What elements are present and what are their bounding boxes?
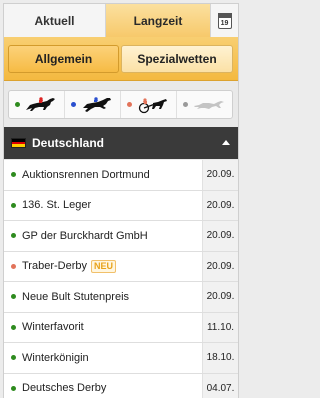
race-name: Neue Bult Stutenpreis <box>22 290 130 303</box>
race-type-dot <box>11 324 16 330</box>
race-date: 18.10. <box>202 343 238 373</box>
calendar-day: 19 <box>220 19 229 27</box>
subtab-allgemein[interactable]: Allgemein <box>8 45 119 73</box>
race-name: GP der Burckhardt GmbH <box>22 229 148 242</box>
top-tabs: Aktuell Langzeit 19 <box>4 4 238 37</box>
subtab-bar: Allgemein Spezialwetten <box>4 37 238 81</box>
race-name-cell: Neue Bult Stutenpreis <box>22 291 202 303</box>
race-row[interactable]: Auktionsrennen Dortmund 20.09. <box>4 160 238 191</box>
race-name: Auktionsrennen Dortmund <box>22 168 150 181</box>
tab-aktuell[interactable]: Aktuell <box>4 4 106 37</box>
race-type-dot <box>11 355 16 361</box>
race-name: Winterfavorit <box>22 321 84 334</box>
race-type-dot <box>11 263 16 269</box>
race-date: 20.09. <box>202 251 238 281</box>
traber-dot <box>126 102 132 107</box>
race-name-cell: Auktionsrennen Dortmund <box>22 169 202 181</box>
race-name-cell: 136. St. Leger <box>22 199 202 211</box>
filter-galopp[interactable] <box>9 91 65 118</box>
filter-traber[interactable] <box>121 91 177 118</box>
race-name: 136. St. Leger <box>22 199 92 212</box>
galopp-dot <box>14 102 20 107</box>
country-header[interactable]: Deutschland <box>4 127 238 159</box>
race-row[interactable]: GP der Burckhardt GmbH 20.09. <box>4 221 238 252</box>
horse-jump-icon <box>82 96 111 112</box>
calendar-button[interactable]: 19 <box>211 4 238 37</box>
trotter-sulky-icon <box>138 97 167 113</box>
race-name-cell: Winterkönigin <box>22 352 202 364</box>
collapse-caret-icon[interactable] <box>222 140 230 145</box>
race-type-dot <box>11 172 16 178</box>
race-name-cell: Winterfavorit <box>22 321 202 333</box>
race-row[interactable]: Winterfavorit 11.10. <box>4 312 238 343</box>
race-name-cell: Traber-Derby NEU <box>22 259 202 273</box>
filter-windhund[interactable] <box>177 91 232 118</box>
race-type-dot <box>11 233 16 239</box>
calendar-icon: 19 <box>217 12 232 29</box>
race-date: 20.09. <box>202 160 238 190</box>
race-date: 20.09. <box>202 282 238 312</box>
subtab-spezialwetten[interactable]: Spezialwetten <box>121 45 233 73</box>
filter-hindernis[interactable] <box>65 91 121 118</box>
race-name: Deutsches Derby <box>22 382 107 395</box>
race-name: Traber-Derby <box>22 260 87 273</box>
windhund-dot <box>182 102 188 107</box>
race-row[interactable]: Traber-Derby NEU 20.09. <box>4 251 238 282</box>
greyhound-icon <box>193 100 224 109</box>
race-type-dot <box>11 294 16 300</box>
race-date: 20.09. <box>202 221 238 251</box>
race-date: 04.07. <box>202 373 238 398</box>
country-name: Deutschland <box>32 136 105 150</box>
race-list: Auktionsrennen Dortmund 20.09. 136. St. Le… <box>4 160 238 398</box>
race-row[interactable]: 136. St. Leger 20.09. <box>4 190 238 221</box>
race-date: 11.10. <box>202 312 238 342</box>
race-row[interactable]: Deutsches Derby 04.07. <box>4 373 238 398</box>
race-name-cell: Deutsches Derby <box>22 382 202 394</box>
tab-langzeit[interactable]: Langzeit <box>106 4 211 37</box>
new-badge: NEU <box>91 259 117 273</box>
race-name-cell: GP der Burckhardt GmbH <box>22 230 202 242</box>
germany-flag-icon <box>11 138 26 148</box>
race-type-filter <box>8 90 233 119</box>
betting-panel: Aktuell Langzeit 19 Allgemein Spezialwet… <box>3 3 239 398</box>
race-type-dot <box>11 202 16 208</box>
race-date: 20.09. <box>202 190 238 220</box>
race-type-dot <box>11 385 16 391</box>
race-name: Winterkönigin <box>22 351 89 364</box>
horse-jockey-icon <box>25 96 55 111</box>
race-row[interactable]: Winterkönigin 18.10. <box>4 343 238 374</box>
race-row[interactable]: Neue Bult Stutenpreis 20.09. <box>4 282 238 313</box>
hindernis-dot <box>70 102 76 107</box>
